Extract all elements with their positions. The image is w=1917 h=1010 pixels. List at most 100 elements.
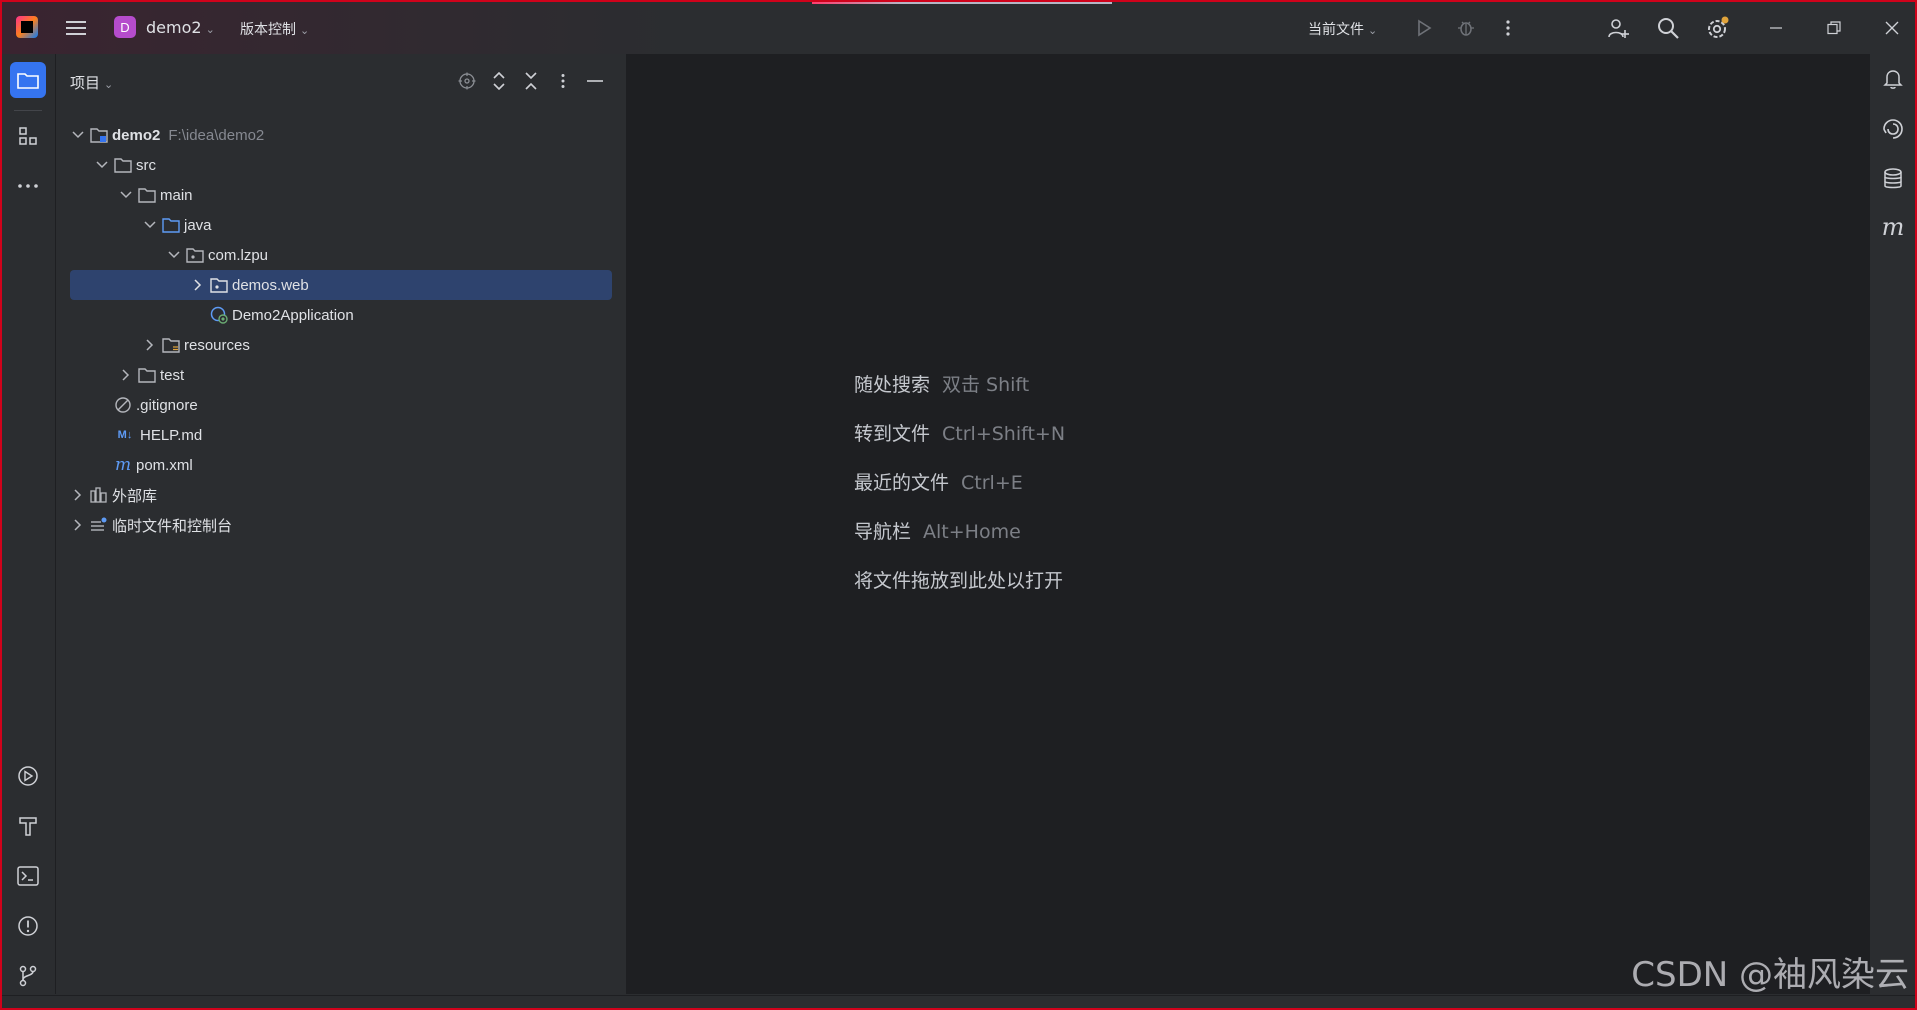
debug-icon[interactable]: [1454, 16, 1478, 40]
editor-area[interactable]: 随处搜索 双击 Shift 转到文件 Ctrl+Shift+N 最近的文件 Ctrl+…: [627, 54, 1869, 994]
project-view-selector[interactable]: 项目 ⌄: [70, 72, 113, 93]
run-icon[interactable]: [1412, 16, 1436, 40]
tree-item-gitignore[interactable]: .gitignore: [70, 390, 612, 420]
chevron-right-icon[interactable]: [70, 487, 86, 503]
tree-item-label: test: [160, 366, 185, 384]
chevron-down-icon: ⌄: [1368, 24, 1378, 37]
chevron-right-icon[interactable]: [190, 277, 206, 293]
hint-action: 导航栏: [854, 521, 912, 543]
project-switcher[interactable]: demo2 ⌄: [146, 18, 215, 37]
more-tools-icon[interactable]: [10, 168, 46, 204]
chevron-right-icon[interactable]: [118, 367, 134, 383]
tree-item-help-md[interactable]: M↓ HELP.md: [70, 420, 612, 450]
minimize-icon[interactable]: [1764, 16, 1788, 40]
tree-item-label: HELP.md: [140, 426, 203, 444]
problems-icon[interactable]: [10, 908, 46, 944]
run-config-label: 当前文件: [1308, 22, 1364, 38]
close-icon[interactable]: [1880, 16, 1904, 40]
search-icon[interactable]: [1655, 15, 1681, 41]
tree-item-scratches[interactable]: 临时文件和控制台: [70, 510, 612, 540]
package-icon: [210, 276, 228, 294]
tree-item-label: pom.xml: [136, 456, 193, 474]
project-name-label: demo2: [146, 18, 202, 37]
services-icon[interactable]: [10, 758, 46, 794]
hide-panel-icon[interactable]: [584, 70, 606, 92]
tree-item-main[interactable]: main: [70, 180, 612, 210]
structure-icon[interactable]: [10, 118, 46, 154]
tree-item-src[interactable]: src: [70, 150, 612, 180]
ide-window: D demo2 ⌄ 版本控制 ⌄ 当前文件 ⌄ 项目 ⌄ demo2 F:\id…: [0, 0, 1917, 1010]
tree-item-demos-web[interactable]: demos.web: [70, 270, 612, 300]
tree-item-resources[interactable]: resources: [70, 330, 612, 360]
hint-search-everywhere: 随处搜索 双击 Shift: [854, 370, 1029, 397]
git-branch-icon[interactable]: [10, 958, 46, 994]
tree-item-test[interactable]: test: [70, 360, 612, 390]
tree-item-external-libraries[interactable]: 外部库: [70, 480, 612, 510]
tree-item-label: resources: [184, 336, 250, 354]
tree-item-path: F:\idea\demo2: [168, 126, 265, 144]
tree-item-label: java: [184, 216, 212, 234]
tree-item-label: .gitignore: [136, 396, 198, 414]
tree-item-com-lzpu[interactable]: com.lzpu: [70, 240, 612, 270]
tree-item-label: demos.web: [232, 276, 309, 294]
chevron-down-icon[interactable]: [70, 127, 86, 143]
module-folder-icon: [90, 126, 108, 144]
tree-item-label: 临时文件和控制台: [112, 517, 233, 535]
build-hammer-icon[interactable]: [10, 808, 46, 844]
scratches-icon: [90, 516, 108, 534]
maven-icon[interactable]: m: [1878, 212, 1908, 242]
settings-gear-icon[interactable]: [1705, 15, 1731, 41]
chevron-down-icon[interactable]: [94, 157, 110, 173]
chevron-down-icon: ⌄: [205, 23, 215, 36]
chevron-right-icon[interactable]: [142, 337, 158, 353]
progress-accent-line: [812, 2, 1112, 4]
restore-window-icon[interactable]: [1822, 16, 1846, 40]
project-panel-header: 项目 ⌄: [56, 54, 626, 108]
folder-icon: [138, 366, 156, 384]
tree-item-label: com.lzpu: [208, 246, 269, 264]
tree-item-demo2[interactable]: demo2 F:\idea\demo2: [70, 120, 612, 150]
database-icon[interactable]: [1878, 164, 1908, 194]
locate-file-icon[interactable]: [456, 70, 478, 92]
tree-item-label: demo2: [112, 126, 161, 144]
folder-icon: [114, 156, 132, 174]
chevron-down-icon[interactable]: [118, 187, 134, 203]
add-user-icon[interactable]: [1605, 15, 1631, 41]
hint-shortcut: 双击 Shift: [942, 374, 1030, 396]
left-tool-strip: [2, 54, 56, 994]
right-tool-strip: m: [1869, 54, 1915, 994]
tree-item-pom-xml[interactable]: m pom.xml: [70, 450, 612, 480]
tree-item-java[interactable]: java: [70, 210, 612, 240]
intellij-logo-icon[interactable]: [16, 16, 38, 38]
panel-options-icon[interactable]: [552, 70, 574, 92]
terminal-icon[interactable]: [10, 858, 46, 894]
source-folder-icon: [162, 216, 180, 234]
chevron-down-icon[interactable]: [166, 247, 182, 263]
tree-item-label: main: [160, 186, 193, 204]
tree-item-demo2application[interactable]: Demo2Application: [70, 300, 612, 330]
collapse-all-icon[interactable]: [520, 70, 542, 92]
chevron-right-icon[interactable]: [70, 517, 86, 533]
markdown-file-icon: M↓: [117, 429, 133, 441]
chevron-down-icon: ⌄: [104, 78, 114, 91]
vcs-menu[interactable]: 版本控制 ⌄: [240, 19, 309, 39]
hint-action: 转到文件: [854, 423, 931, 445]
hint-navigation-bar: 导航栏 Alt+Home: [854, 517, 1021, 544]
chevron-down-icon[interactable]: [142, 217, 158, 233]
project-folder-icon[interactable]: [10, 62, 46, 98]
ai-assistant-icon[interactable]: [1878, 114, 1908, 144]
title-bar: D demo2 ⌄ 版本控制 ⌄ 当前文件 ⌄: [2, 2, 1915, 55]
strip-divider: [14, 110, 42, 111]
package-icon: [186, 246, 204, 264]
main-menu-icon[interactable]: [64, 16, 88, 40]
tree-item-label: 外部库: [112, 487, 158, 505]
watermark: CSDN @袖风染云: [1631, 955, 1909, 995]
more-vertical-icon[interactable]: [1496, 16, 1520, 40]
hint-action: 随处搜索: [854, 374, 931, 396]
expand-all-icon[interactable]: [488, 70, 510, 92]
project-badge[interactable]: D: [114, 16, 136, 38]
run-config-selector[interactable]: 当前文件 ⌄: [1308, 19, 1377, 39]
hint-action: 最近的文件: [854, 472, 950, 494]
notifications-bell-icon[interactable]: [1878, 64, 1908, 94]
folder-icon: [138, 186, 156, 204]
